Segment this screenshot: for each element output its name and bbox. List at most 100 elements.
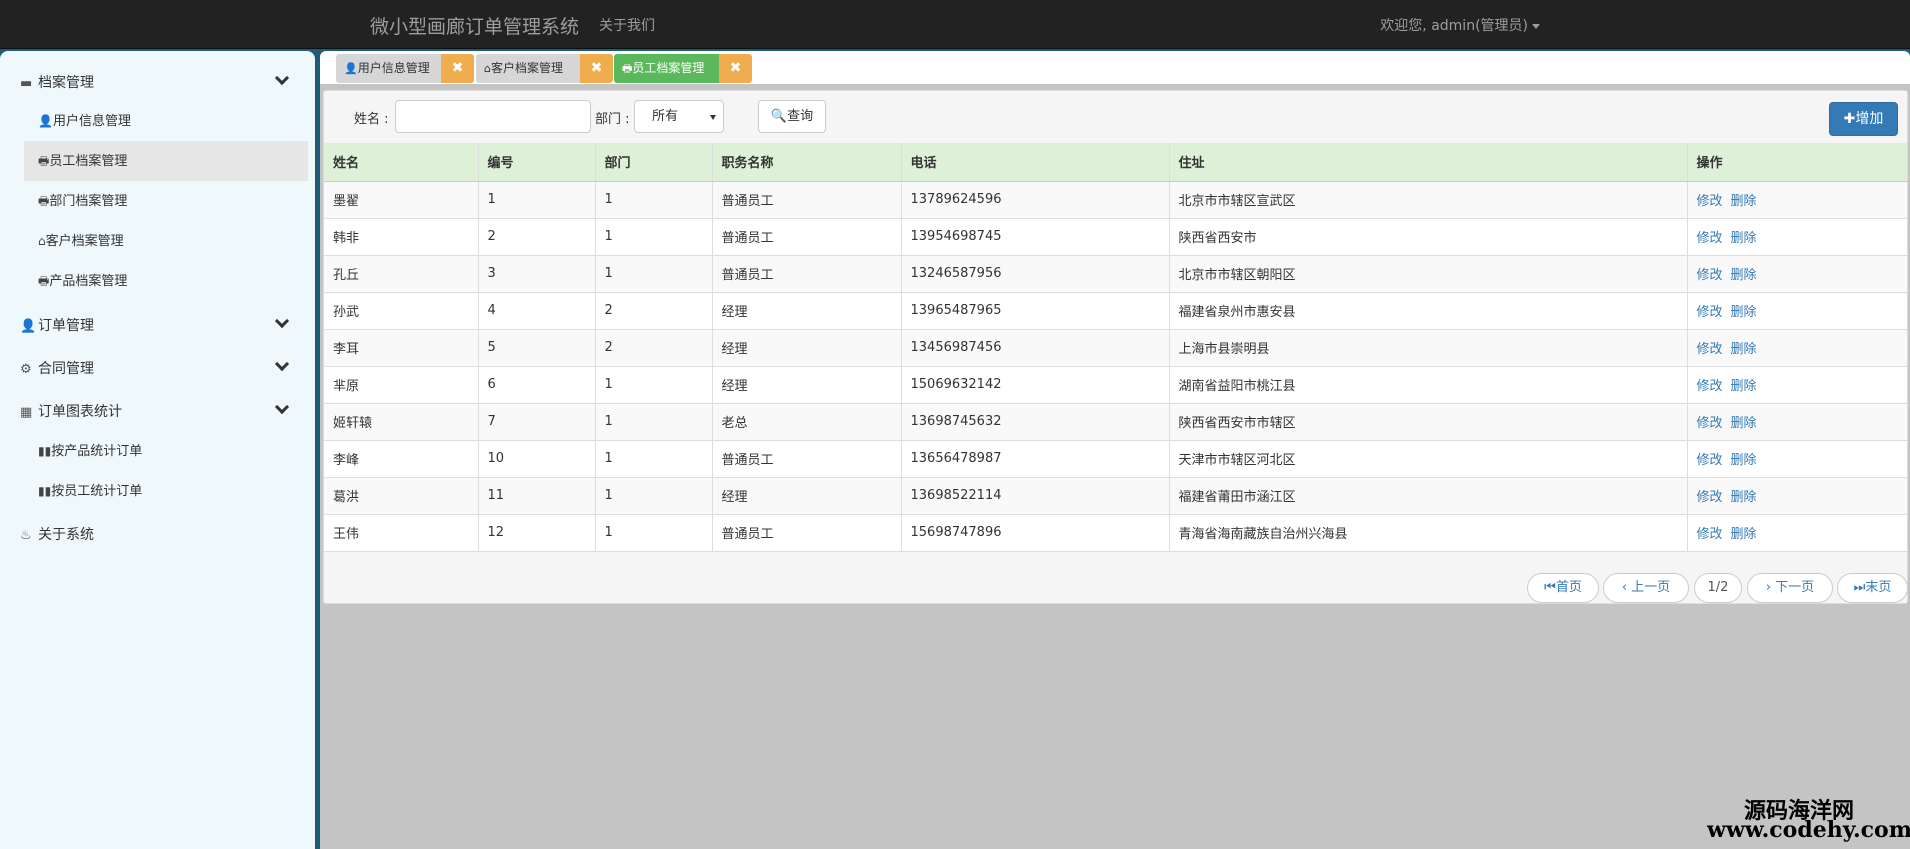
pager-next-button[interactable]: › 下一页 <box>1747 573 1833 603</box>
sidebar-item-label: 部门档案管理 <box>49 194 128 209</box>
tab-close-button[interactable]: ✖ <box>441 54 474 83</box>
edit-link[interactable]: 修改 <box>1697 527 1723 542</box>
table-cell: 孙武 <box>324 292 479 330</box>
sidebar-group-archive[interactable]: ▬ 档案管理 <box>20 72 94 92</box>
edit-link[interactable]: 修改 <box>1697 305 1723 320</box>
pager-label: 首页 <box>1555 580 1582 595</box>
edit-link[interactable]: 修改 <box>1697 453 1723 468</box>
actions-cell: 修改 删除 <box>1687 181 1908 219</box>
sidebar-item-stats-by-employee[interactable]: ▮▮按员工统计订单 <box>24 471 308 511</box>
pager-first-button[interactable]: ⏮首页 <box>1527 573 1599 603</box>
table-cell: 普通员工 <box>712 514 902 552</box>
pager-label: 末页 <box>1865 580 1892 595</box>
user-menu[interactable]: 欢迎您, admin(管理员) <box>1380 15 1540 35</box>
caret-down-icon <box>1532 23 1540 29</box>
actions-cell: 修改 删除 <box>1687 218 1908 256</box>
search-icon: 🔍 <box>770 109 788 124</box>
delete-link[interactable]: 删除 <box>1731 342 1757 357</box>
edit-link[interactable]: 修改 <box>1697 194 1723 209</box>
add-button[interactable]: ✚增加 <box>1829 102 1898 136</box>
dept-select[interactable]: 所有 <box>634 100 724 133</box>
name-search-input[interactable] <box>395 100 591 133</box>
sidebar-item-user-info[interactable]: 👤用户信息管理 <box>24 101 308 141</box>
delete-link[interactable]: 删除 <box>1731 453 1757 468</box>
table-cell: 普通员工 <box>712 440 902 478</box>
tab-customer[interactable]: ⌂客户档案管理 <box>476 54 580 83</box>
actions-cell: 修改 删除 <box>1687 366 1908 404</box>
gear-icon: ⚙ <box>20 362 32 377</box>
table-row: 李峰 10 1 普通员工 13656478987 天津市市辖区河北区 修改 删除 <box>324 440 1908 478</box>
nav-about-link[interactable]: 关于我们 <box>599 15 655 35</box>
chevron-down-icon[interactable] <box>274 359 288 373</box>
table-cell: 普通员工 <box>712 181 902 219</box>
sidebar-item-label: 按员工统计订单 <box>51 484 143 499</box>
edit-link[interactable]: 修改 <box>1697 342 1723 357</box>
column-header: 住址 <box>1169 143 1688 182</box>
table-cell: 2 <box>595 329 713 367</box>
table-cell: 姬轩辕 <box>324 403 479 441</box>
brand-title[interactable]: 微小型画廊订单管理系统 <box>370 12 579 39</box>
tab-employee[interactable]: 🖶员工档案管理 <box>614 54 719 83</box>
delete-link[interactable]: 删除 <box>1731 490 1757 505</box>
sidebar-group-orders[interactable]: 👤 订单管理 <box>20 315 94 335</box>
sidebar-item-department[interactable]: 🖶部门档案管理 <box>24 181 308 221</box>
chevron-down-icon[interactable] <box>274 316 288 330</box>
chevron-down-icon[interactable] <box>274 402 288 416</box>
table-cell: 10 <box>478 440 596 478</box>
delete-link[interactable]: 删除 <box>1731 268 1757 283</box>
table-cell: 11 <box>478 477 596 515</box>
column-header: 职务名称 <box>712 143 902 182</box>
table-cell: 王伟 <box>324 514 479 552</box>
sidebar-item-product[interactable]: 🖶产品档案管理 <box>24 261 308 301</box>
tab-close-button[interactable]: ✖ <box>580 54 613 83</box>
sidebar-item-customer[interactable]: ⌂客户档案管理 <box>24 221 308 261</box>
table-cell: 6 <box>478 366 596 404</box>
table-cell: 经理 <box>712 329 902 367</box>
sidebar-item-label: 用户信息管理 <box>52 114 131 129</box>
home-icon: ⌂ <box>484 62 491 75</box>
pager-prev-button[interactable]: ‹ 上一页 <box>1603 573 1689 603</box>
delete-link[interactable]: 删除 <box>1731 305 1757 320</box>
print-icon: 🖶 <box>38 274 50 288</box>
delete-link[interactable]: 删除 <box>1731 527 1757 542</box>
sidebar-item-label: 客户档案管理 <box>45 234 124 249</box>
sidebar-group-label: 合同管理 <box>38 361 94 377</box>
sidebar-group-about[interactable]: ♨ 关于系统 <box>20 524 94 544</box>
delete-link[interactable]: 删除 <box>1731 379 1757 394</box>
tab-user-info[interactable]: 👤用户信息管理 <box>336 54 441 83</box>
pager-last-button[interactable]: ⏭末页 <box>1837 573 1908 603</box>
delete-link[interactable]: 删除 <box>1731 231 1757 246</box>
sidebar-group-charts[interactable]: ▦ 订单图表统计 <box>20 401 122 421</box>
table-cell: 普通员工 <box>712 255 902 293</box>
table-cell: 经理 <box>712 477 902 515</box>
chevron-down-icon[interactable] <box>274 73 288 87</box>
table-row: 孔丘 3 1 普通员工 13246587956 北京市市辖区朝阳区 修改 删除 <box>324 255 1908 293</box>
sidebar-group-contracts[interactable]: ⚙ 合同管理 <box>20 358 94 378</box>
edit-link[interactable]: 修改 <box>1697 490 1723 505</box>
edit-link[interactable]: 修改 <box>1697 231 1723 246</box>
edit-link[interactable]: 修改 <box>1697 379 1723 394</box>
calendar-icon: ▦ <box>20 405 33 420</box>
pager-page-indicator: 1/2 <box>1694 573 1742 603</box>
edit-link[interactable]: 修改 <box>1697 416 1723 431</box>
table-cell: 经理 <box>712 292 902 330</box>
query-button[interactable]: 🔍查询 <box>758 100 826 133</box>
actions-cell: 修改 删除 <box>1687 255 1908 293</box>
delete-link[interactable]: 删除 <box>1731 194 1757 209</box>
actions-cell: 修改 删除 <box>1687 329 1908 367</box>
sidebar-item-employee[interactable]: 🖶员工档案管理 <box>24 141 308 181</box>
user-icon: 👤 <box>38 114 53 128</box>
print-icon: 🖶 <box>622 62 633 75</box>
delete-link[interactable]: 删除 <box>1731 416 1757 431</box>
sidebar-item-stats-by-product[interactable]: ▮▮按产品统计订单 <box>24 431 308 471</box>
tab-close-button[interactable]: ✖ <box>719 54 752 83</box>
table-cell: 李峰 <box>324 440 479 478</box>
table-cell: 北京市市辖区宣武区 <box>1169 181 1688 219</box>
table-cell: 陕西省西安市市辖区 <box>1169 403 1688 441</box>
name-label: 姓名 : <box>354 112 389 127</box>
actions-cell: 修改 删除 <box>1687 477 1908 515</box>
top-navbar: 微小型画廊订单管理系统 关于我们 欢迎您, admin(管理员) <box>0 0 1910 49</box>
edit-link[interactable]: 修改 <box>1697 268 1723 283</box>
table-cell: 韩非 <box>324 218 479 256</box>
query-button-label: 查询 <box>787 109 814 124</box>
